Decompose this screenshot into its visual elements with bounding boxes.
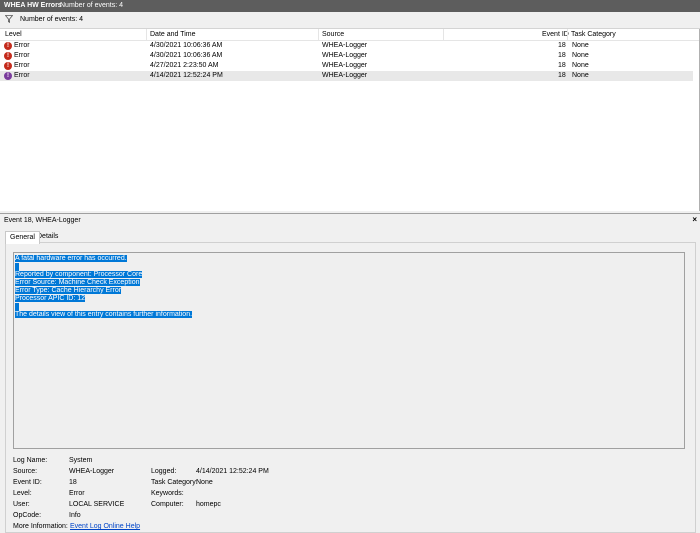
view-name: WHEA HW Errors: [4, 2, 62, 9]
description-blank-line: [15, 263, 19, 271]
computer-value: homepc: [196, 501, 221, 508]
log-name-value: System: [69, 457, 93, 464]
column-task-category[interactable]: Task Category: [571, 31, 616, 38]
computer-label: Computer:: [151, 501, 184, 508]
error-icon: !: [4, 52, 12, 60]
error-icon: !: [4, 72, 12, 80]
description-line: Error Source: Machine Check Exception: [15, 279, 140, 286]
row-date: 4/30/2021 10:06:36 AM: [150, 52, 223, 59]
row-task: None: [572, 72, 589, 79]
event-count: Number of events: 4: [20, 16, 84, 23]
row-source: WHEA-Logger: [322, 72, 368, 79]
task-category-value: None: [196, 479, 213, 486]
description-line: Processor APIC ID: 12: [15, 295, 86, 302]
keywords-label: Keywords:: [151, 490, 184, 497]
event-list[interactable]: Level Date and Time Source Event ID Task…: [0, 29, 700, 211]
error-icon: !: [4, 62, 12, 70]
task-category-label: Task Category:: [151, 479, 198, 486]
description-line: The details view of this entry contains …: [15, 311, 193, 318]
source-label: Source:: [13, 468, 38, 475]
preview-title: Event 18, WHEA-Logger: [4, 217, 81, 224]
row-date: 4/14/2021 12:52:24 PM: [150, 72, 223, 79]
error-icon: !: [4, 42, 12, 50]
more-info-label: More Information:: [13, 523, 68, 530]
row-task: None: [572, 52, 589, 59]
event-id-value: 18: [69, 479, 77, 486]
level-value: Error: [69, 490, 85, 497]
row-date: 4/30/2021 10:06:36 AM: [150, 42, 223, 49]
user-label: User:: [13, 501, 30, 508]
view-title-bar: WHEA HW Errors Number of events: 4: [0, 0, 700, 12]
table-row-selected[interactable]: ! Error 4/14/2021 12:52:24 PM WHEA-Logge…: [0, 71, 693, 81]
event-log-help-link[interactable]: Event Log Online Help: [70, 523, 140, 530]
row-event-id: 18: [558, 72, 566, 79]
table-row[interactable]: ! Error 4/30/2021 10:06:36 AM WHEA-Logge…: [0, 41, 693, 51]
event-id-label: Event ID:: [13, 479, 42, 486]
filter-icon[interactable]: [5, 15, 13, 23]
logged-value: 4/14/2021 12:52:24 PM: [196, 468, 269, 475]
event-preview-pane: Event 18, WHEA-Logger × General Details …: [0, 213, 700, 533]
tab-general[interactable]: General: [5, 231, 40, 244]
filter-bar: Number of events: 4: [0, 12, 700, 29]
table-row[interactable]: ! Error 4/27/2021 2:23:50 AM WHEA-Logger…: [0, 61, 693, 71]
row-source: WHEA-Logger: [322, 62, 368, 69]
event-count-title: Number of events: 4: [60, 2, 124, 9]
log-name-label: Log Name:: [13, 457, 48, 464]
user-value: LOCAL SERVICE: [69, 501, 125, 508]
source-value: WHEA-Logger: [69, 468, 115, 475]
row-event-id: 18: [558, 62, 566, 69]
logged-label: Logged:: [151, 468, 177, 475]
table-row[interactable]: ! Error 4/30/2021 10:06:36 AM WHEA-Logge…: [0, 51, 693, 61]
column-level[interactable]: Level: [5, 31, 22, 38]
general-tab-pane: A fatal hardware error has occurred. Rep…: [5, 242, 696, 533]
row-event-id: 18: [558, 42, 566, 49]
column-source[interactable]: Source: [322, 31, 344, 38]
row-level: Error: [14, 62, 30, 69]
row-event-id: 18: [558, 52, 566, 59]
opcode-value: Info: [69, 512, 81, 519]
list-header: Level Date and Time Source Event ID Task…: [0, 29, 699, 41]
row-task: None: [572, 62, 589, 69]
row-task: None: [572, 42, 589, 49]
event-description[interactable]: A fatal hardware error has occurred. Rep…: [13, 252, 685, 449]
level-label: Level:: [13, 490, 32, 497]
close-icon[interactable]: ×: [692, 215, 697, 224]
description-line: A fatal hardware error has occurred.: [15, 255, 127, 262]
description-blank-line: [15, 303, 19, 311]
column-date[interactable]: Date and Time: [150, 31, 196, 38]
row-source: WHEA-Logger: [322, 42, 368, 49]
row-source: WHEA-Logger: [322, 52, 368, 59]
row-date: 4/27/2021 2:23:50 AM: [150, 62, 219, 69]
opcode-label: OpCode:: [13, 512, 42, 519]
row-level: Error: [14, 42, 30, 49]
row-level: Error: [14, 52, 30, 59]
description-line: Reported by component: Processor Core: [15, 271, 143, 278]
row-level: Error: [14, 72, 30, 79]
column-event-id[interactable]: Event ID: [542, 31, 569, 38]
description-line: Error Type: Cache Hierarchy Error: [15, 287, 122, 294]
